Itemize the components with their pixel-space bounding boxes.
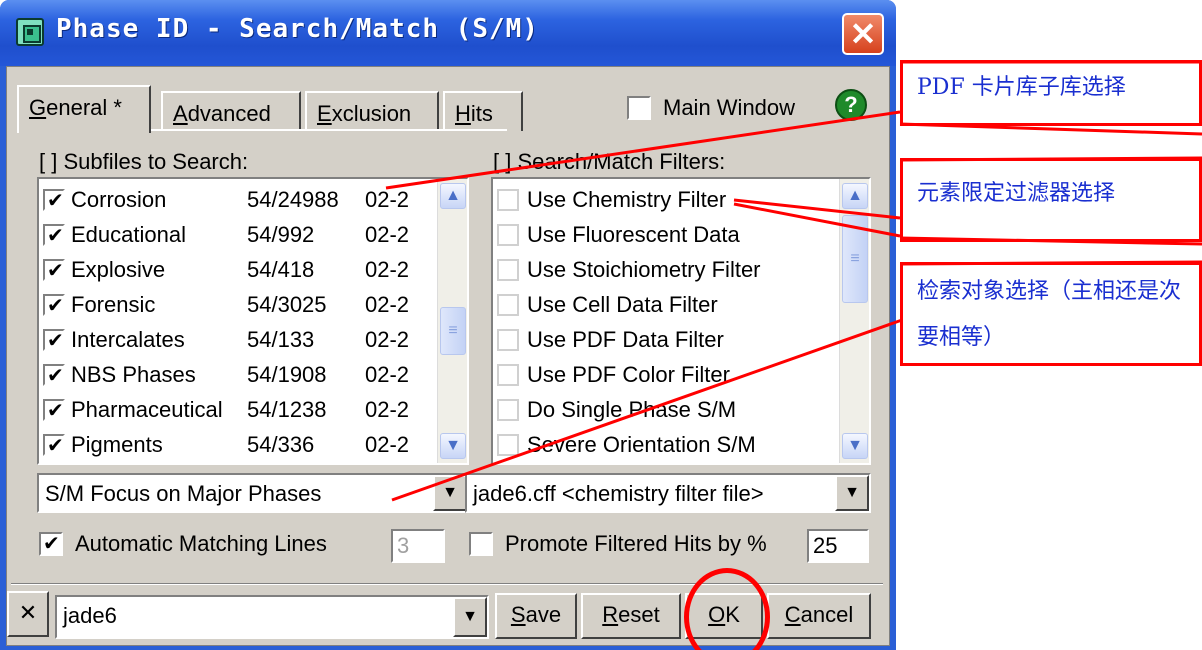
tab-general[interactable]: General *: [17, 85, 151, 133]
screenshot-canvas: { "window": { "title": "Phase ID - Searc…: [0, 0, 1202, 650]
annotation-lines: [385, 60, 1202, 502]
